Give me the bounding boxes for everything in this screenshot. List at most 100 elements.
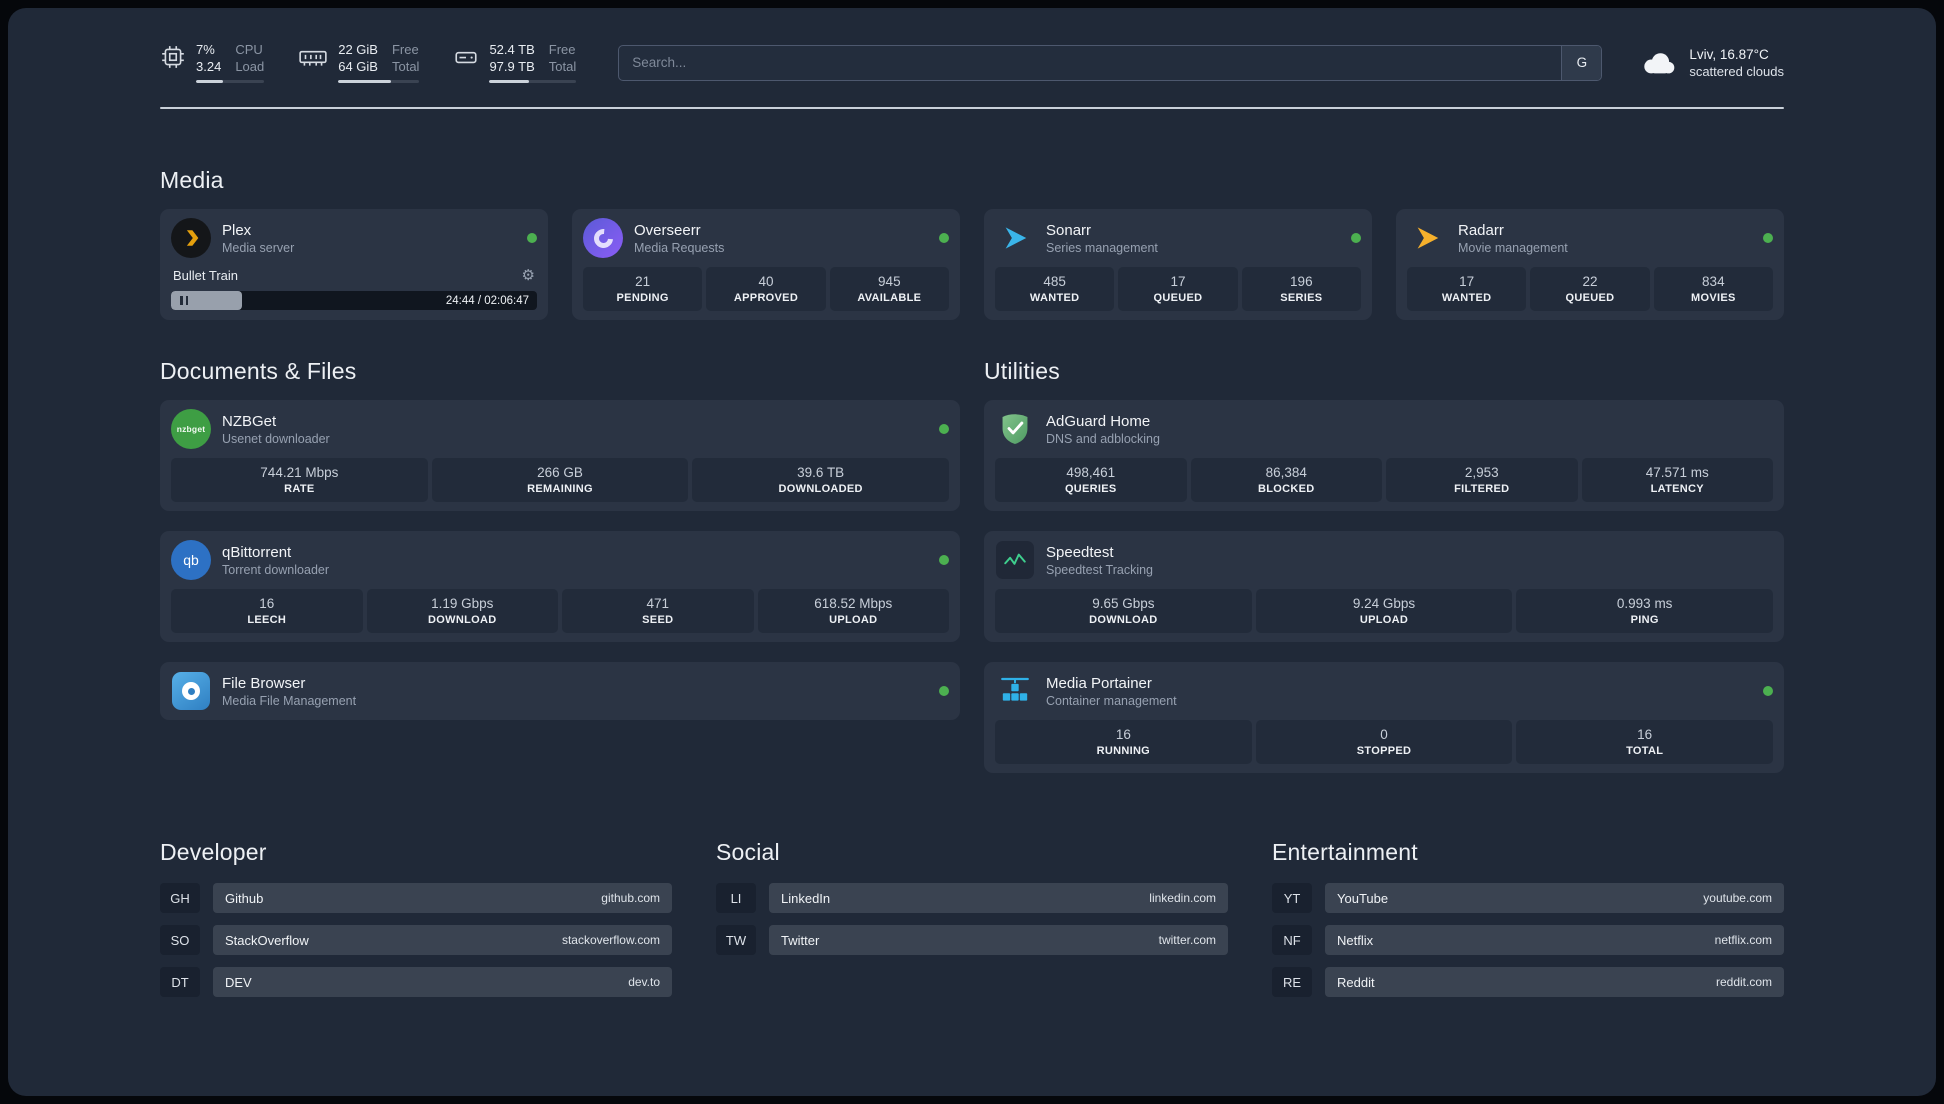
stat-queued: 17 QUEUED [1118,267,1238,311]
section-title-social: Social [716,839,780,865]
search-provider-button[interactable]: G [1561,45,1602,80]
service-card-qbittorrent[interactable]: qb qBittorrent Torrent downloader 16 LEE… [160,531,960,642]
stat-queued: 22 QUEUED [1530,267,1650,311]
service-desc: DNS and adblocking [1046,431,1160,446]
stat-rate: 744.21 Mbps RATE [171,458,428,502]
service-card-nzbget[interactable]: nzbget NZBGet Usenet downloader 744.21 M… [160,400,960,511]
bookmark-twitter: TW Twitter twitter.com [716,925,1228,955]
stat-latency: 47.571 ms LATENCY [1581,458,1773,502]
service-name: Radarr [1458,221,1504,239]
weather-location: Lviv, 16.87°C [1689,46,1769,62]
service-desc: Container management [1046,693,1177,708]
qbittorrent-icon: qb [171,540,211,580]
settings-icon[interactable]: ⚙ [522,266,535,284]
service-card-radarr[interactable]: Radarr Movie management 17 WANTED 22 QUE… [1396,209,1784,320]
service-card-speedtest[interactable]: Speedtest Speedtest Tracking 9.65 Gbps D… [984,531,1784,642]
service-desc: Media Requests [634,240,725,255]
bookmark-link[interactable]: DEV dev.to [213,967,672,997]
bookmark-link[interactable]: Twitter twitter.com [769,925,1228,955]
bookmark-netflix: NF Netflix netflix.com [1272,925,1784,955]
filebrowser-icon [171,671,211,711]
documents-column: Documents & Files nzbget NZBGet Usenet d… [160,358,960,773]
playback-progress-bar[interactable]: 24:44 / 02:06:47 [171,291,537,310]
adguard-icon [995,409,1035,449]
service-name: Plex [222,221,252,239]
service-card-filebrowser[interactable]: File Browser Media File Management [160,662,960,720]
bookmark-stackoverflow: SO StackOverflow stackoverflow.com [160,925,672,955]
search-provider-label: G [1576,55,1588,70]
stat-upload: 9.24 Gbps UPLOAD [1255,589,1513,633]
service-card-sonarr[interactable]: Sonarr Series management 485 WANTED 17 Q… [984,209,1372,320]
service-card-plex[interactable]: Plex Media server Bullet Train ⚙ 24:44 /… [160,209,548,320]
status-dot [939,424,949,434]
service-desc: Torrent downloader [222,562,330,577]
bookmarks-social: Social LI LinkedIn linkedin.com TW Twitt… [716,839,1228,1009]
disk-total-label: Total [548,59,577,74]
disk-widget: 52.4 TB 97.9 TB Free Total [453,42,577,83]
nzbget-icon: nzbget [171,409,211,449]
stat-seed: 471 SEED [562,589,754,633]
cpu-label: CPU [235,42,263,57]
bookmark-abbr: DT [160,967,200,997]
memory-total-label: Total [391,59,420,74]
stat-ping: 0.993 ms PING [1516,589,1774,633]
plex-icon [171,218,211,258]
service-desc: Speedtest Tracking [1046,562,1154,577]
disk-bar [489,80,577,83]
stat-leech: 16 LEECH [171,589,363,633]
media-grid: Plex Media server Bullet Train ⚙ 24:44 /… [160,209,1784,320]
service-card-adguard[interactable]: AdGuard Home DNS and adblocking 498,461 … [984,400,1784,511]
service-card-portainer[interactable]: Media Portainer Container management 16 … [984,662,1784,773]
cpu-load: 3.24 [196,59,222,74]
status-dot [1763,686,1773,696]
bookmark-abbr: TW [716,925,756,955]
disk-total: 97.9 TB [489,59,535,74]
now-playing-title: Bullet Train [173,267,239,283]
search-bar: G [618,44,1603,81]
top-bar: 7% 3.24 CPU Load 22 GiB 64 GiB Free Tota… [160,8,1784,83]
bookmark-link[interactable]: Github github.com [213,883,672,913]
cpu-percent: 7% [196,42,215,57]
section-title-developer: Developer [160,839,267,865]
stat-approved: 40 APPROVED [706,267,826,311]
stat-queries: 498,461 QUERIES [995,458,1187,502]
stat-download: 1.19 Gbps DOWNLOAD [366,589,558,633]
stat-movies: 834 MOVIES [1653,267,1773,311]
stat-running: 16 RUNNING [995,720,1252,764]
service-desc: Usenet downloader [222,431,330,446]
service-name: NZBGet [222,412,277,430]
bookmark-link[interactable]: StackOverflow stackoverflow.com [213,925,672,955]
memory-bar [338,80,420,83]
section-title-media: Media [160,167,224,193]
disk-free-label: Free [548,42,576,57]
stat-remaining: 266 GB REMAINING [431,458,689,502]
stat-filtered: 2,953 FILTERED [1386,458,1578,502]
pause-icon[interactable] [180,296,188,305]
service-name: Sonarr [1046,221,1092,239]
status-dot [939,233,949,243]
playback-time: 24:44 / 02:06:47 [445,294,529,307]
utilities-column: Utilities AdGuard Home DNS and adblockin… [984,358,1784,773]
bookmark-abbr: LI [716,883,756,913]
bookmark-abbr: RE [1272,967,1312,997]
stat-wanted: 485 WANTED [995,267,1115,311]
bookmark-link[interactable]: Reddit reddit.com [1325,967,1784,997]
service-name: Overseerr [634,221,701,239]
weather-widget[interactable]: Lviv, 16.87°C scattered clouds [1636,47,1784,79]
bookmark-dev: DT DEV dev.to [160,967,672,997]
status-dot [1763,233,1773,243]
bookmarks-entertainment: Entertainment YT YouTube youtube.com NF … [1272,839,1784,1009]
dashboard: 7% 3.24 CPU Load 22 GiB 64 GiB Free Tota… [8,8,1936,1096]
disk-free: 52.4 TB [489,42,535,57]
service-desc: Movie management [1458,240,1568,255]
disk-icon [455,51,478,64]
search-input[interactable] [618,44,1603,81]
service-card-overseerr[interactable]: Overseerr Media Requests 21 PENDING 40 A… [572,209,960,320]
bookmark-link[interactable]: Netflix netflix.com [1325,925,1784,955]
service-name: Media Portainer [1046,674,1152,692]
bookmark-abbr: GH [160,883,200,913]
bookmark-link[interactable]: LinkedIn linkedin.com [769,883,1228,913]
stat-stopped: 0 STOPPED [1255,720,1513,764]
bookmark-abbr: SO [160,925,200,955]
bookmark-link[interactable]: YouTube youtube.com [1325,883,1784,913]
